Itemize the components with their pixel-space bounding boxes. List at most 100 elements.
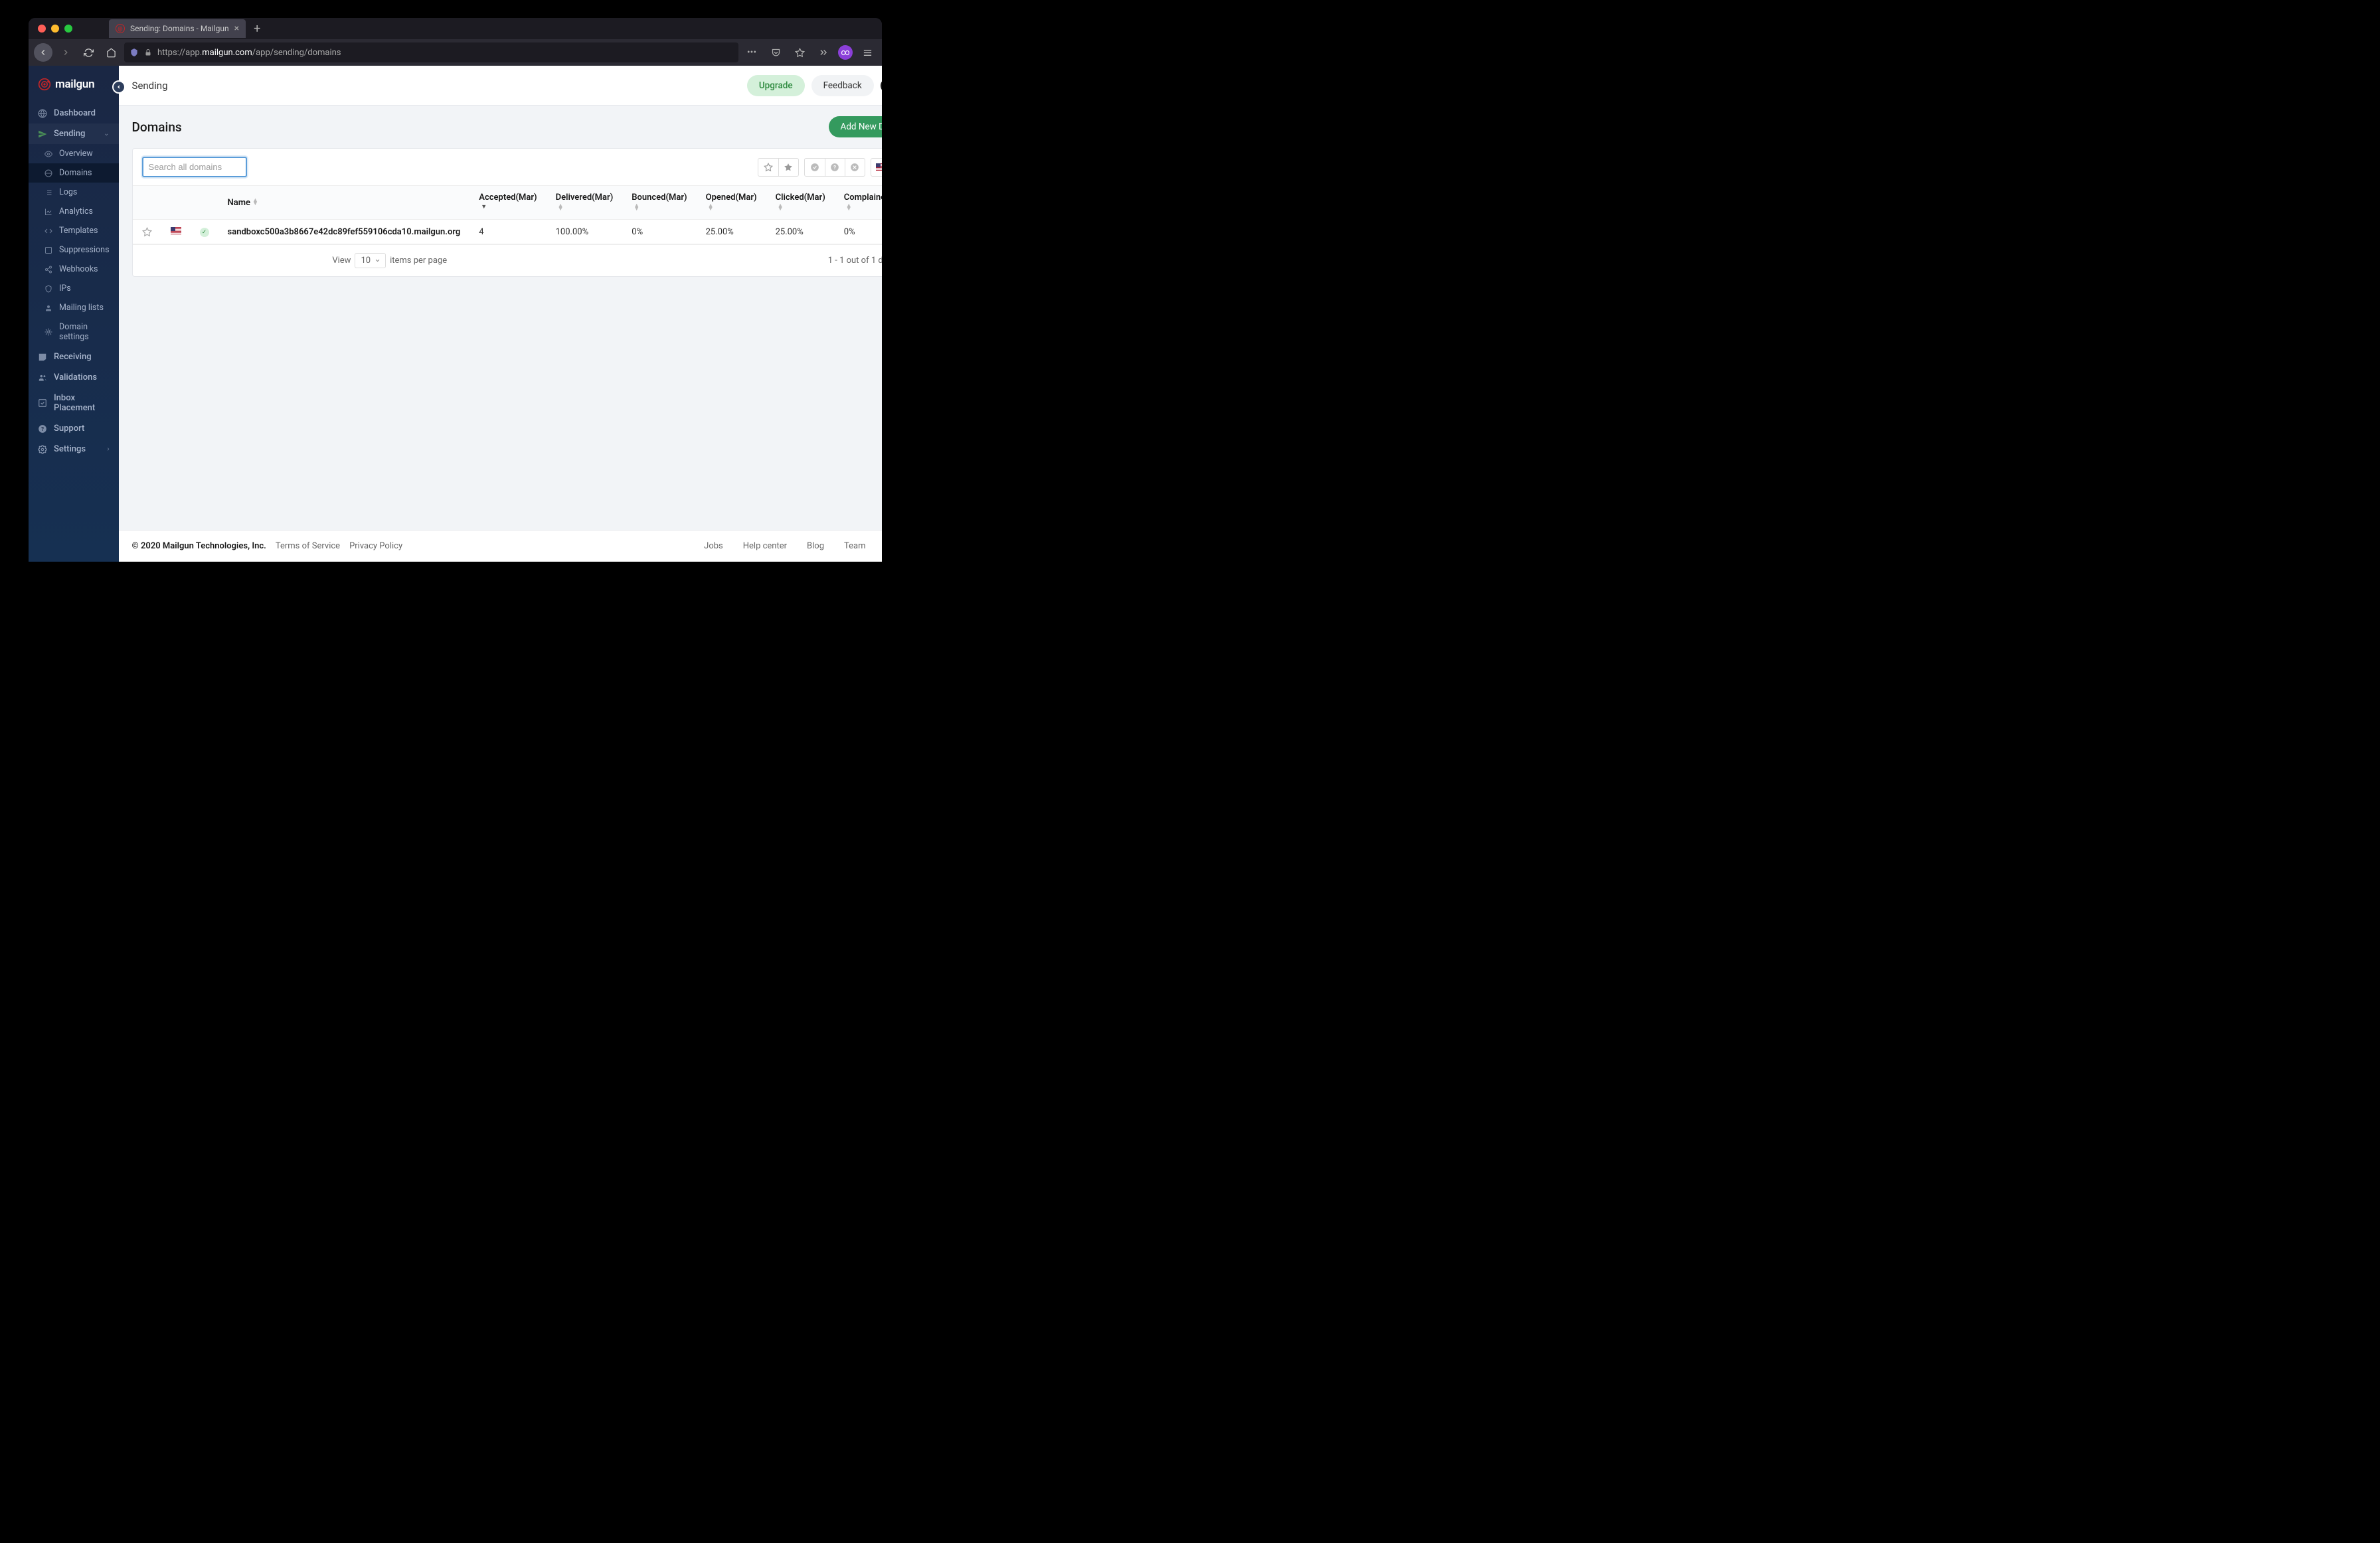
status-filter-group: ?	[804, 158, 865, 177]
status-unknown-filter-button[interactable]: ?	[825, 159, 845, 176]
chevron-down-icon: ⌄	[104, 130, 109, 137]
cell-clicked: 25.00%	[766, 220, 835, 244]
column-opened[interactable]: Opened(Mar)▲▼	[697, 186, 766, 220]
nav-label: Analytics	[59, 206, 93, 216]
nav-label: IPs	[59, 284, 71, 293]
browser-forward-button[interactable]	[56, 43, 75, 62]
sidebar-item-sending[interactable]: Sending ⌄	[29, 123, 119, 144]
page-footer: © 2020 Mailgun Technologies, Inc. Terms …	[119, 530, 882, 562]
pagination-range: 1 - 1 out of 1 domains	[828, 256, 882, 266]
footer-privacy-link[interactable]: Privacy Policy	[349, 541, 402, 551]
svg-text:?: ?	[833, 163, 836, 170]
footer-blog-link[interactable]: Blog	[807, 541, 824, 551]
tab-close-button[interactable]: ×	[234, 23, 239, 34]
nav-label: Webhooks	[59, 264, 98, 274]
code-icon	[44, 227, 52, 235]
window-maximize-button[interactable]	[64, 25, 72, 33]
browser-reload-button[interactable]	[79, 43, 98, 62]
window-minimize-button[interactable]	[51, 25, 59, 33]
nav-label: Inbox Placement	[54, 393, 110, 413]
nav-label: Templates	[59, 226, 98, 236]
sidebar-item-logs[interactable]: Logs	[29, 183, 119, 202]
region-us-filter-button[interactable]	[871, 159, 882, 176]
column-clicked[interactable]: Clicked(Mar)▲▼	[766, 186, 835, 220]
sidebar-item-suppressions[interactable]: Suppressions	[29, 240, 119, 260]
upgrade-button[interactable]: Upgrade	[747, 75, 805, 96]
new-tab-button[interactable]: +	[254, 22, 260, 36]
table-row[interactable]: ✓ sandboxc500a3b8667e42dc89fef559106cda1…	[133, 220, 882, 244]
sidebar-item-receiving[interactable]: Receiving	[29, 347, 119, 367]
page-title: Domains	[132, 120, 182, 135]
us-flag-icon	[171, 227, 181, 234]
sort-icon: ▲▼	[778, 204, 784, 211]
star-outline-filter-button[interactable]	[758, 159, 778, 176]
sort-icon: ▲▼	[558, 204, 564, 211]
eye-icon	[44, 150, 52, 158]
footer-team-link[interactable]: Team	[844, 541, 866, 551]
sidebar-item-overview[interactable]: Overview	[29, 144, 119, 163]
overflow-chevron-icon[interactable]	[814, 43, 833, 62]
sidebar-item-domain-settings[interactable]: Domain settings	[29, 317, 119, 347]
sidebar-item-analytics[interactable]: Analytics	[29, 202, 119, 221]
mailgun-logo-icon	[38, 78, 51, 91]
nav-label: Mailing lists	[59, 303, 104, 313]
sidebar-item-validations[interactable]: Validations	[29, 367, 119, 388]
mailgun-favicon-icon: @	[116, 24, 125, 33]
tab-title: Sending: Domains - Mailgun	[130, 24, 229, 33]
sidebar-item-ips[interactable]: IPs	[29, 279, 119, 298]
status-verified-filter-button[interactable]	[805, 159, 825, 176]
add-new-domain-button[interactable]: Add New Domain	[829, 116, 882, 137]
logo[interactable]: mailgun	[29, 66, 119, 103]
domain-link[interactable]: sandboxc500a3b8667e42dc89fef559106cda10.…	[228, 227, 461, 237]
sidebar: mailgun Dashboard Sending ⌄ Overview Dom…	[29, 66, 119, 562]
nav-label: Domains	[59, 168, 92, 178]
nav-label: Support	[54, 424, 84, 434]
extension-icon[interactable]: ∞	[838, 45, 853, 60]
globe-icon	[44, 169, 52, 177]
status-disabled-filter-button[interactable]	[845, 159, 865, 176]
window-close-button[interactable]	[38, 25, 46, 33]
view-label: View	[332, 256, 351, 266]
browser-tab[interactable]: @ Sending: Domains - Mailgun ×	[109, 19, 246, 38]
column-accepted[interactable]: Accepted(Mar)▼	[469, 186, 546, 220]
column-complained[interactable]: Complained(Mar)▲▼	[835, 186, 882, 220]
browser-menu-button[interactable]	[858, 43, 877, 62]
sidebar-item-templates[interactable]: Templates	[29, 221, 119, 240]
cell-opened: 25.00%	[697, 220, 766, 244]
pocket-icon[interactable]	[766, 43, 785, 62]
sidebar-item-webhooks[interactable]: Webhooks	[29, 260, 119, 279]
url-bar[interactable]: https://app.mailgun.com/app/sending/doma…	[124, 42, 738, 62]
inbox-icon	[38, 353, 47, 362]
sidebar-item-mailing-lists[interactable]: Mailing lists	[29, 298, 119, 317]
browser-home-button[interactable]	[102, 43, 120, 62]
footer-jobs-link[interactable]: Jobs	[704, 541, 723, 551]
column-name[interactable]: Name▲▼	[218, 186, 470, 220]
browser-back-button[interactable]	[34, 43, 52, 62]
sidebar-item-settings[interactable]: Settings ›	[29, 439, 119, 459]
search-input[interactable]	[142, 157, 247, 177]
footer-help-link[interactable]: Help center	[743, 541, 787, 551]
bookmark-star-icon[interactable]	[790, 43, 809, 62]
star-filled-filter-button[interactable]	[778, 159, 798, 176]
sidebar-item-support[interactable]: ? Support	[29, 418, 119, 439]
items-label: items per page	[390, 256, 447, 266]
footer-tos-link[interactable]: Terms of Service	[276, 541, 340, 551]
sidebar-item-inbox-placement[interactable]: Inbox Placement	[29, 388, 119, 418]
favorite-toggle[interactable]	[133, 220, 161, 244]
sidebar-item-domains[interactable]: Domains	[29, 163, 119, 183]
sidebar-collapse-button[interactable]	[112, 80, 126, 94]
us-flag-icon	[876, 163, 882, 171]
sidebar-item-dashboard[interactable]: Dashboard	[29, 103, 119, 123]
feedback-button[interactable]: Feedback	[811, 75, 874, 96]
per-page-select[interactable]: 10	[355, 253, 386, 268]
sort-icon: ▲▼	[252, 199, 258, 206]
nav-label: Logs	[59, 187, 77, 197]
column-delivered[interactable]: Delivered(Mar)▲▼	[547, 186, 623, 220]
chart-icon	[44, 208, 52, 216]
help-button[interactable]: ?	[881, 78, 882, 93]
page-actions-icon[interactable]: •••	[742, 43, 761, 62]
column-bounced[interactable]: Bounced(Mar)▲▼	[622, 186, 696, 220]
domains-table: Name▲▼ Accepted(Mar)▼ Delivered(Mar)▲▼ B…	[133, 185, 882, 244]
globe-icon	[38, 109, 47, 118]
send-icon	[38, 129, 47, 139]
